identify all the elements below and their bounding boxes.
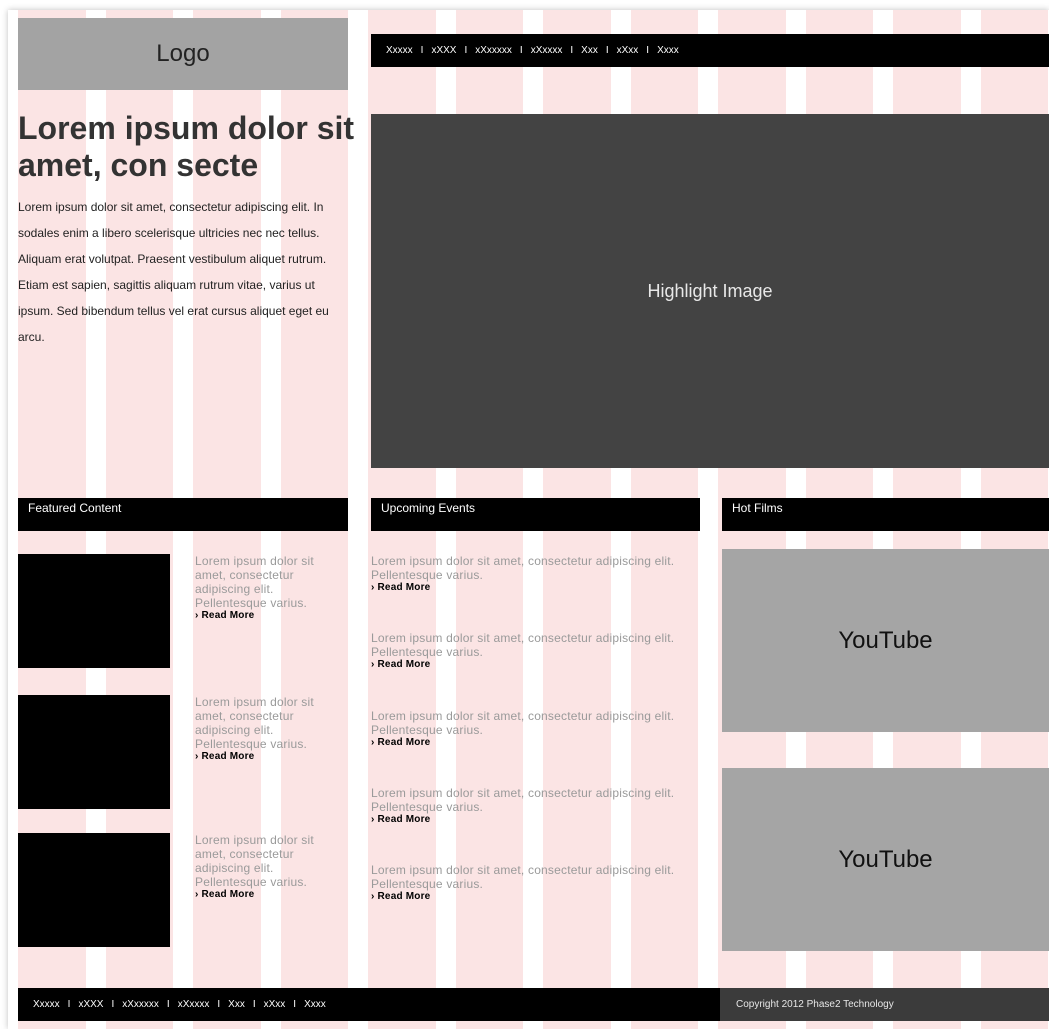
nav-item[interactable]: Xxxxx xyxy=(386,45,413,56)
nav-separator: I xyxy=(646,45,650,56)
wireframe-page: Logo Lorem ipsum dolor sit amet, con sec… xyxy=(8,10,1049,1029)
read-more-link[interactable]: › Read More xyxy=(371,659,681,671)
films-title: Hot Films xyxy=(732,501,783,515)
event-item: Lorem ipsum dolor sit amet, consectetur … xyxy=(371,786,681,826)
featured-thumbnail[interactable] xyxy=(18,833,170,947)
featured-item: Lorem ipsum dolor sit amet, consectetur … xyxy=(195,833,345,901)
read-more-link[interactable]: › Read More xyxy=(371,891,681,903)
nav-item[interactable]: xXxxxx xyxy=(531,45,563,56)
nav-separator: I xyxy=(464,45,468,56)
nav-separator: I xyxy=(217,999,221,1010)
nav-separator: I xyxy=(293,999,297,1010)
highlight-image[interactable]: Highlight Image xyxy=(371,114,1049,468)
nav-separator: I xyxy=(166,999,170,1010)
read-more-link[interactable]: › Read More xyxy=(195,751,345,763)
event-item: Lorem ipsum dolor sit amet, consectetur … xyxy=(371,631,681,671)
event-item-text: Lorem ipsum dolor sit amet, consectetur … xyxy=(371,631,675,659)
youtube-video[interactable]: YouTube xyxy=(722,768,1049,951)
nav-separator: I xyxy=(67,999,71,1010)
events-header: Upcoming Events xyxy=(371,498,700,531)
event-item: Lorem ipsum dolor sit amet, consectetur … xyxy=(371,863,681,903)
featured-item-text: Lorem ipsum dolor sit amet, consectetur … xyxy=(195,833,314,889)
main-nav: Xxxxx I xXXX I xXxxxxx I xXxxxx I Xxx I … xyxy=(371,34,1049,67)
footer-nav: Xxxxx I xXXX I xXxxxxx I xXxxxx I Xxx I … xyxy=(18,988,720,1021)
footer-nav-item[interactable]: xXxxxx xyxy=(178,999,210,1010)
youtube-video[interactable]: YouTube xyxy=(722,549,1049,732)
footer-nav-item[interactable]: Xxx xyxy=(228,999,245,1010)
read-more-link[interactable]: › Read More xyxy=(371,814,681,826)
nav-separator: I xyxy=(420,45,424,56)
nav-separator: I xyxy=(605,45,609,56)
video-label: YouTube xyxy=(838,626,933,654)
read-more-link[interactable]: › Read More xyxy=(371,737,681,749)
intro-body: Lorem ipsum dolor sit amet, consectetur … xyxy=(18,200,329,344)
event-item: Lorem ipsum dolor sit amet, consectetur … xyxy=(371,554,681,594)
featured-item-text: Lorem ipsum dolor sit amet, consectetur … xyxy=(195,695,314,751)
logo-label: Logo xyxy=(156,40,210,67)
read-more-link[interactable]: › Read More xyxy=(371,582,681,594)
featured-thumbnail[interactable] xyxy=(18,695,170,809)
featured-header: Featured Content xyxy=(18,498,348,531)
nav-item[interactable]: Xxxx xyxy=(657,45,679,56)
event-item-text: Lorem ipsum dolor sit amet, consectetur … xyxy=(371,709,675,737)
featured-thumbnail[interactable] xyxy=(18,554,170,668)
event-item-text: Lorem ipsum dolor sit amet, consectetur … xyxy=(371,554,675,582)
event-item: Lorem ipsum dolor sit amet, consectetur … xyxy=(371,709,681,749)
featured-item-text: Lorem ipsum dolor sit amet, consectetur … xyxy=(195,554,314,610)
read-more-link[interactable]: › Read More xyxy=(195,610,345,622)
events-title: Upcoming Events xyxy=(381,501,476,515)
read-more-link[interactable]: › Read More xyxy=(195,889,345,901)
event-item-text: Lorem ipsum dolor sit amet, consectetur … xyxy=(371,863,675,891)
nav-separator: I xyxy=(111,999,115,1010)
nav-item[interactable]: xXxxxxx xyxy=(475,45,512,56)
nav-item[interactable]: Xxx xyxy=(581,45,598,56)
nav-separator: I xyxy=(570,45,574,56)
nav-item[interactable]: xXxx xyxy=(617,45,639,56)
featured-item: Lorem ipsum dolor sit amet, consectetur … xyxy=(195,554,345,622)
footer-nav-item[interactable]: Xxxxx xyxy=(33,999,60,1010)
footer-nav-item[interactable]: xXxxxxx xyxy=(122,999,159,1010)
nav-separator: I xyxy=(519,45,523,56)
nav-separator: I xyxy=(252,999,256,1010)
event-item-text: Lorem ipsum dolor sit amet, consectetur … xyxy=(371,786,675,814)
intro-headline: Lorem ipsum dolor sit amet, con secte xyxy=(18,110,355,183)
nav-item[interactable]: xXXX xyxy=(431,45,456,56)
copyright: Copyright 2012 Phase2 Technology xyxy=(720,988,1049,1021)
featured-item: Lorem ipsum dolor sit amet, consectetur … xyxy=(195,695,345,763)
featured-title: Featured Content xyxy=(28,501,122,515)
highlight-label: Highlight Image xyxy=(647,280,773,301)
footer-nav-item[interactable]: Xxxx xyxy=(304,999,326,1010)
logo[interactable]: Logo xyxy=(18,18,348,90)
films-header: Hot Films xyxy=(722,498,1049,531)
footer-nav-item[interactable]: xXXX xyxy=(78,999,103,1010)
footer-nav-item[interactable]: xXxx xyxy=(264,999,286,1010)
video-label: YouTube xyxy=(838,845,933,873)
copyright-text: Copyright 2012 Phase2 Technology xyxy=(736,999,894,1010)
